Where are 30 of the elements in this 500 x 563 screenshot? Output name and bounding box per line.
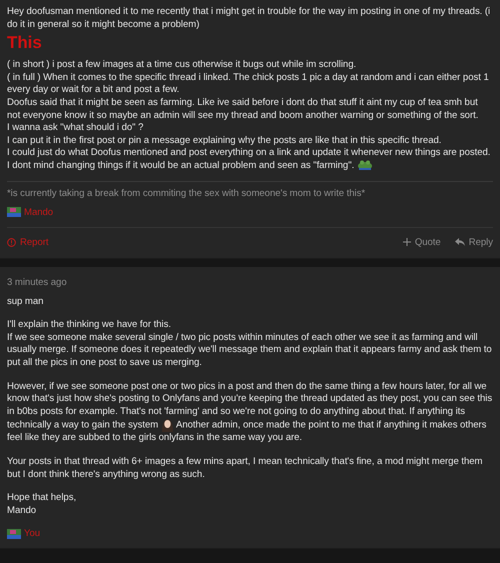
post-text: I can put it in the first post or pin a message explaining why the posts are like that in this specific thread. (7, 134, 442, 148)
plus-icon (402, 238, 411, 246)
reply-icon (454, 238, 465, 246)
post-text: Mando (7, 504, 38, 518)
username: Mando (24, 206, 54, 218)
post-text: Doofus said that it might be seen as farming. Like ive said before i dont do that stuff it aint my cup of tea smh but not everyone know it so maybe an admin will see my thread and boom another warning or something of the sort. (7, 96, 480, 122)
post-text: However, if we see someone post one or two pics in a post and then do the same thing a few hours later, for all we know that's just how she's posting to Onlyfans and you're keeping the thread updated as they post, you can see this in b0bs posts for example. That's not 'farming' and so we're not going to do anything about that. If anything its technically a way to gain the system Another admin, once made the point to me that if anything it makes others feel like they are subbed to the girls onlyfans in the same way you are. (7, 380, 493, 445)
timestamp: 3 minutes ago (7, 276, 68, 288)
avatar-icon (7, 207, 21, 218)
post-text: Hope that helps, (7, 492, 78, 505)
post-text: I could just do what Doofus mentioned and post everything on a link and update it whenever new things are posted. (7, 147, 492, 160)
post-text: sup man (7, 296, 44, 308)
post-text: ( in short ) i post a few images at a time cus otherwise it bugs out while im scrolling. (7, 59, 358, 72)
heading: This (7, 33, 43, 54)
person-icon (160, 418, 174, 432)
post-text: I'll explain the thinking we have for this. (7, 319, 172, 332)
username: You (24, 528, 40, 540)
signature-quote: *is currently taking a break from commiting the sex with someone's mom to write this* (7, 188, 366, 199)
alert-icon (7, 238, 16, 247)
post-text: Your posts in that thread with 6+ images a few mins apart, I mean technically that's fine, a mod might merge them but I dont think there's anything wrong as such. (7, 456, 484, 482)
post-text: I dont mind changing things if it would be an actual problem and seen as "farming". (7, 160, 354, 171)
post-text: ( in full ) When it comes to the specific thread i linked. The chick posts 1 pic a day at random and i can either post 1 every day or wait for a bit and post a few. (7, 72, 490, 97)
post-text: If we see someone make several single / two pic posts within minutes of each other we see it as farming and will usually merge. If someone does it repeatedly we'll message them and explain that it appears farmy and ask them to put all the pics in one post to save us merging. (7, 332, 493, 370)
avatar-icon (7, 528, 21, 539)
report-link[interactable]: Report (7, 236, 48, 248)
post-text: I wanna ask "what should i do" ? (7, 122, 144, 135)
quote-link[interactable]: Quote (402, 236, 441, 248)
frog-icon (356, 160, 373, 170)
reply-link[interactable]: Reply (454, 236, 493, 248)
post-text: Hey doofusman mentioned it to me recently that i might get in trouble for the way im posting in one of my threads. (i do it in general so it might become a problem) (7, 6, 492, 32)
